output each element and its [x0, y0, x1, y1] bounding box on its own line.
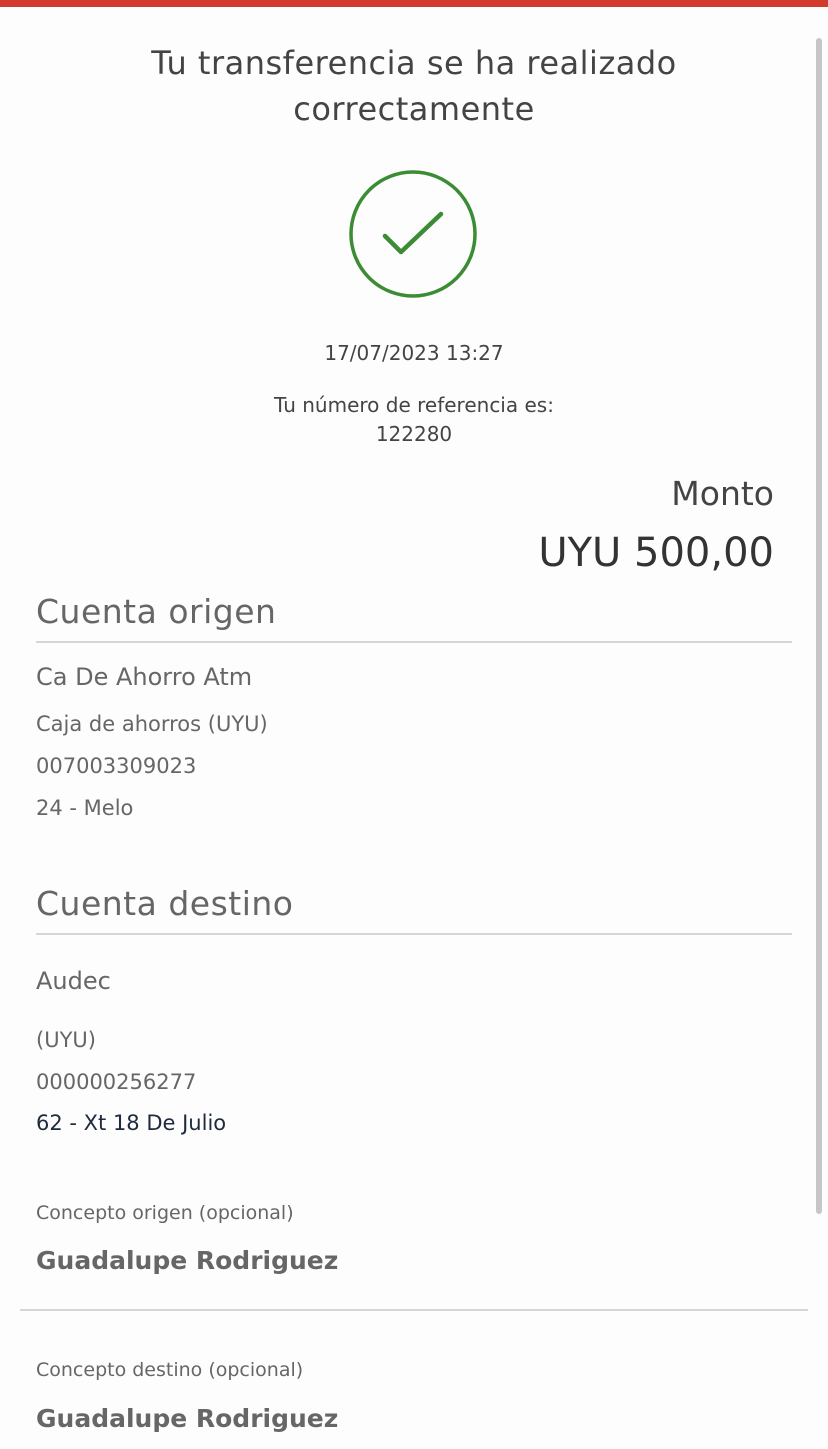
concept-divider — [20, 1309, 808, 1311]
accent-bar — [0, 0, 828, 7]
check-circle-icon — [349, 170, 479, 304]
destination-divider — [36, 933, 792, 935]
destination-concept-value: Guadalupe Rodriguez — [36, 1404, 339, 1433]
destination-account-number: 000000256277 — [36, 1070, 197, 1094]
origin-concept-value: Guadalupe Rodriguez — [36, 1246, 339, 1275]
destination-concept-label: Concepto destino (opcional) — [36, 1359, 304, 1381]
origin-account-name: Ca De Ahorro Atm — [36, 663, 253, 691]
amount-label: Monto — [671, 474, 774, 513]
origin-account-number: 007003309023 — [36, 754, 197, 778]
reference-label: Tu número de referencia es: — [274, 393, 554, 417]
destination-section-title: Cuenta destino — [36, 884, 294, 923]
origin-concept-label: Concepto origen (opcional) — [36, 1202, 294, 1224]
origin-divider — [36, 641, 792, 643]
title-line-2: correctamente — [293, 90, 535, 128]
origin-branch: 24 - Melo — [36, 796, 134, 820]
destination-branch: 62 - Xt 18 De Julio — [36, 1111, 227, 1135]
scrollbar[interactable] — [816, 38, 822, 1214]
origin-section-title: Cuenta origen — [36, 592, 277, 631]
transfer-datetime: 17/07/2023 13:27 — [324, 341, 504, 365]
destination-account-name: Audec — [36, 967, 111, 995]
destination-account-type: (UYU) — [36, 1028, 96, 1052]
page-title: Tu transferencia se ha realizado correct… — [100, 40, 728, 132]
reference-number: 122280 — [375, 422, 453, 446]
title-line-1: Tu transferencia se ha realizado — [151, 44, 677, 82]
origin-account-type: Caja de ahorros (UYU) — [36, 712, 268, 736]
amount-value: UYU 500,00 — [538, 530, 774, 576]
